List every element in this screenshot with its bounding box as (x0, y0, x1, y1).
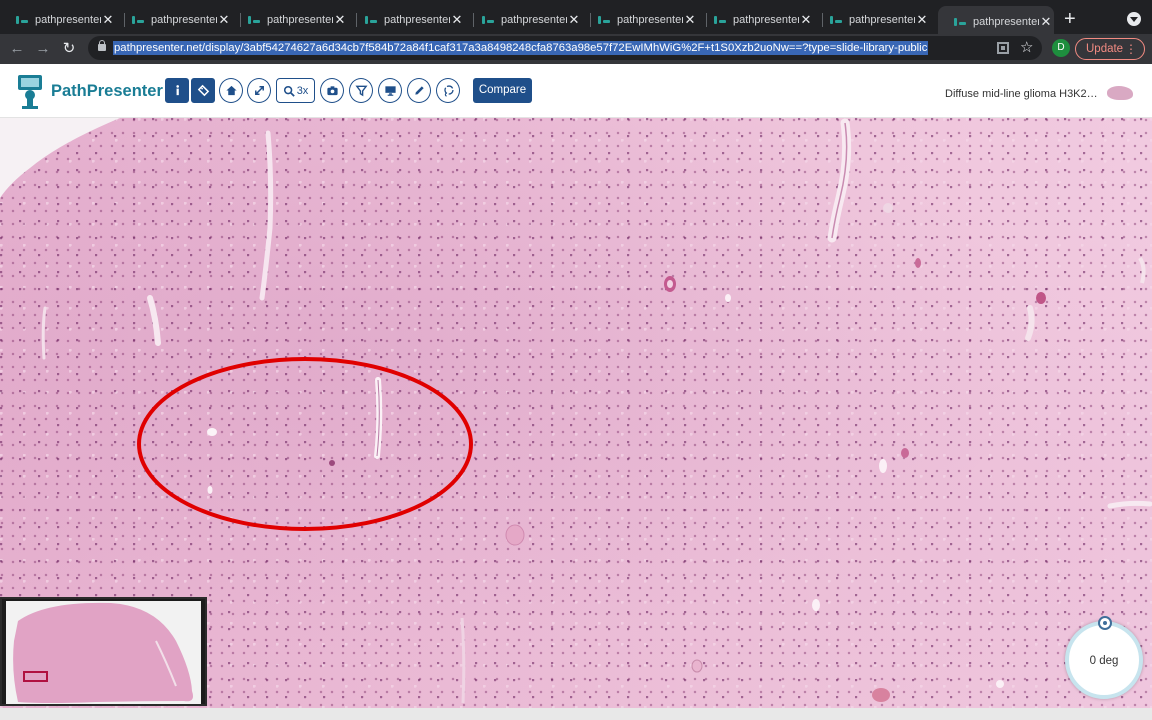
annotation-ellipse[interactable] (137, 357, 473, 531)
home-icon (225, 85, 237, 96)
rotation-dial[interactable]: 0 deg (1065, 616, 1143, 699)
lasso-icon (443, 85, 454, 97)
forward-icon[interactable]: → (33, 39, 53, 59)
brand-name[interactable]: PathPresenter (51, 82, 163, 101)
new-tab-button[interactable]: + (1064, 9, 1076, 29)
tab-close-icon[interactable]: ✕ (217, 12, 231, 28)
back-icon[interactable]: ← (7, 39, 27, 59)
browser-tab-strip: pathpresenter ✕ pathpresenter ✕ pathpres… (0, 0, 1152, 38)
tag-icon (197, 84, 209, 97)
tab-close-icon[interactable]: ✕ (333, 12, 347, 28)
pathpresenter-favicon-icon (16, 15, 28, 25)
info-button[interactable] (165, 78, 189, 103)
pathpresenter-favicon-icon (714, 15, 726, 25)
microscope-logo-icon (18, 75, 42, 109)
profile-avatar[interactable]: D (1052, 39, 1070, 57)
browser-tab[interactable]: pathpresenter ✕ (0, 6, 116, 34)
slide-title: Diffuse mid-line glioma H3K2… (945, 88, 1098, 100)
browser-tab[interactable]: pathpresenter ✕ (232, 6, 348, 34)
slide-viewer[interactable]: 0 deg (0, 118, 1152, 708)
minimap-viewport-indicator[interactable] (23, 671, 48, 682)
tab-title: pathpresenter (617, 14, 683, 26)
minimap-canvas[interactable] (6, 601, 201, 704)
lasso-button[interactable] (436, 78, 460, 103)
fullscreen-button[interactable] (247, 78, 271, 103)
zoom-level-button[interactable]: 3x (276, 78, 315, 103)
navigator-minimap[interactable] (0, 597, 207, 706)
bookmark-star-icon[interactable]: ☆ (1020, 38, 1033, 56)
qr-code-icon[interactable] (997, 42, 1009, 54)
pencil-icon (414, 86, 424, 95)
lock-icon[interactable] (98, 40, 106, 51)
filter-button[interactable] (349, 78, 373, 103)
fullscreen-icon (254, 86, 264, 95)
browser-tab[interactable]: pathpresenter ✕ (814, 6, 930, 34)
tag-button[interactable] (191, 78, 215, 103)
bottom-strip (0, 708, 1152, 720)
tab-title: pathpresenter (267, 14, 333, 26)
url-text[interactable]: pathpresenter.net/display/3abf54274627a6… (113, 41, 929, 55)
browser-toolbar: ← → ↻ pathpresenter.net/display/3abf5427… (0, 34, 1152, 64)
pathpresenter-favicon-icon (248, 15, 260, 25)
minimap-slide-image (13, 602, 193, 703)
zoom-icon (283, 85, 295, 97)
annotate-button[interactable] (407, 78, 431, 103)
reload-icon[interactable]: ↻ (59, 39, 79, 59)
tab-close-icon[interactable]: ✕ (683, 12, 697, 28)
pathpresenter-favicon-icon (482, 15, 494, 25)
tab-close-icon[interactable]: ✕ (101, 12, 115, 28)
tab-close-icon[interactable]: ✕ (799, 12, 813, 28)
browser-tab[interactable]: pathpresenter ✕ (466, 6, 582, 34)
zoom-level-label: 3x (296, 84, 309, 97)
menu-dots-icon[interactable]: ⋮ (1125, 39, 1137, 59)
camera-icon (326, 86, 338, 96)
tab-close-icon[interactable]: ✕ (1039, 14, 1053, 30)
tab-title: pathpresenter (973, 16, 1039, 28)
monitor-icon (384, 86, 396, 96)
compare-button[interactable]: Compare (473, 78, 532, 103)
browser-tab[interactable]: pathpresenter ✕ (582, 6, 698, 34)
tab-title: pathpresenter (849, 14, 915, 26)
pathpresenter-favicon-icon (365, 15, 377, 25)
rotation-handle[interactable] (1098, 616, 1112, 630)
tab-title: pathpresenter (151, 14, 217, 26)
snapshot-button[interactable] (320, 78, 344, 103)
tab-search-icon[interactable] (1127, 12, 1141, 26)
tab-close-icon[interactable]: ✕ (450, 12, 464, 28)
rotation-degrees: 0 deg (1089, 655, 1119, 667)
address-bar[interactable]: pathpresenter.net/display/3abf54274627a6… (88, 36, 1042, 60)
slide-thumbnail[interactable] (1107, 86, 1133, 100)
present-button[interactable] (378, 78, 402, 103)
info-icon (175, 85, 179, 96)
filter-icon (354, 85, 368, 97)
tab-title: pathpresenter (501, 14, 567, 26)
browser-tab[interactable]: pathpresenter ✕ (698, 6, 814, 34)
tab-title: pathpresenter (384, 14, 450, 26)
tab-title: pathpresenter (733, 14, 799, 26)
pathpresenter-favicon-icon (830, 15, 842, 25)
tab-close-icon[interactable]: ✕ (567, 12, 581, 28)
pathpresenter-favicon-icon (598, 15, 610, 25)
tab-close-icon[interactable]: ✕ (915, 12, 929, 28)
update-label: Update (1086, 43, 1124, 55)
pathpresenter-favicon-icon (132, 15, 144, 25)
browser-tab[interactable]: pathpresenter ✕ (349, 6, 465, 34)
browser-tab[interactable]: pathpresenter ✕ (116, 6, 232, 34)
pathpresenter-favicon-icon (954, 17, 966, 27)
update-button[interactable]: Update ⋮ (1075, 38, 1145, 60)
tab-title: pathpresenter (35, 14, 101, 26)
home-button[interactable] (219, 78, 243, 103)
app-header: PathPresenter 3x Compare Diffuse mid-lin… (0, 64, 1152, 118)
